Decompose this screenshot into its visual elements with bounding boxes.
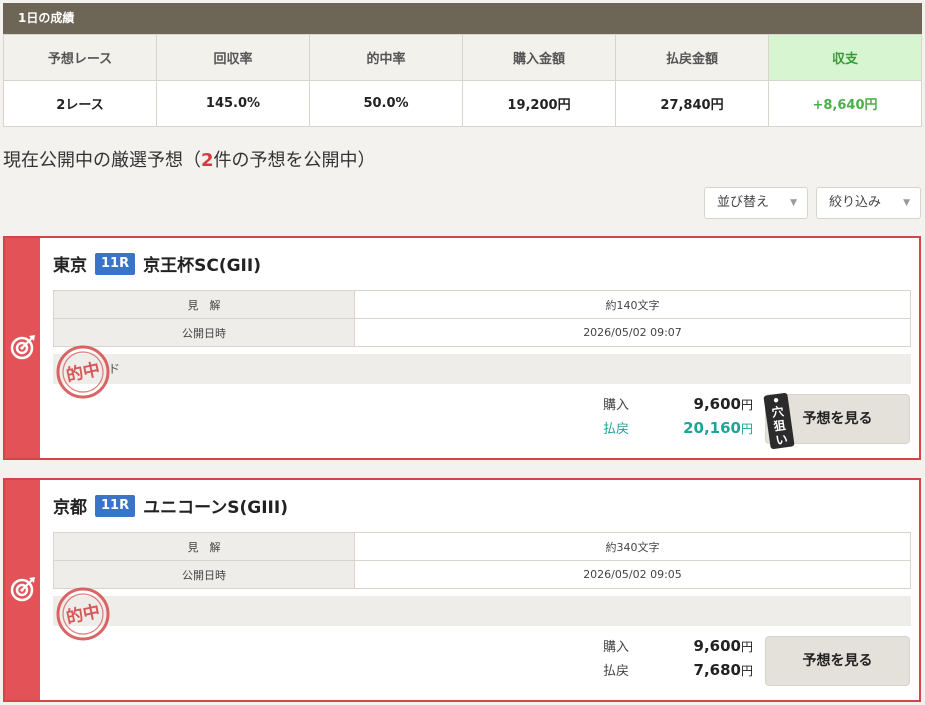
payout-amount: 20,160円 [683, 419, 753, 437]
purchase-label: 購入 [603, 640, 630, 655]
stamp-text: 的中 [64, 601, 102, 629]
card-info-table: 見 解 約340文字 公開日時 2026/05/02 09:05 [53, 532, 911, 589]
hit-stamp-icon: 的中 [56, 587, 110, 641]
view-length: 約340文字 [354, 532, 911, 561]
sort-label: 並び替え [717, 195, 770, 210]
payout-row: 払戻 7,680円 [603, 660, 753, 684]
payout-row: 払戻 20,160円 [603, 418, 753, 442]
venue: 京都 [53, 498, 87, 518]
purchase-row: 購入 9,600円 [603, 636, 753, 660]
race-name: 京王杯SC(GII) [143, 256, 261, 276]
val-hit-rate: 50.0% [309, 80, 463, 127]
col-balance: 収支 [768, 34, 922, 81]
view-prediction-button[interactable]: 予想を見る [765, 636, 910, 686]
date-label: 公開日時 [53, 318, 355, 347]
venue: 東京 [53, 256, 87, 276]
yen-unit: 円 [740, 422, 753, 436]
excerpt [53, 596, 911, 626]
section-title-suffix: 件の予想を公開中） [213, 150, 376, 171]
stamp-text: 的中 [64, 359, 102, 387]
payout-value: 7,680 [693, 661, 741, 679]
target-icon [10, 577, 35, 602]
hit-stamp-icon: 的中 [56, 345, 110, 399]
view-label: 見 解 [53, 532, 355, 561]
val-payout: 27,840円 [615, 80, 769, 127]
view-label: 見 解 [53, 290, 355, 319]
sort-dropdown[interactable]: 並び替え ▼ [704, 187, 808, 219]
payout-label: 払戻 [603, 422, 630, 437]
target-icon [10, 335, 35, 360]
yen-unit: 円 [740, 664, 753, 678]
svg-text:い: い [775, 432, 789, 448]
val-purchase: 19,200円 [462, 80, 616, 127]
daily-results-table: 予想レース 回収率 的中率 購入金額 払戻金額 収支 2レース 145.0% 5… [3, 34, 922, 127]
payout-label: 払戻 [603, 664, 630, 679]
caret-down-icon: ▼ [903, 198, 910, 208]
card-side-bar [5, 480, 40, 700]
purchase-label: 購入 [603, 398, 630, 413]
val-races: 2レース [3, 80, 157, 127]
card-prices: 購入 9,600円 払戻 7,680円 [603, 636, 753, 684]
caret-down-icon: ▼ [790, 198, 797, 208]
col-payout: 払戻金額 [615, 34, 769, 81]
excerpt: ド [53, 354, 911, 384]
payout-value: 20,160 [683, 419, 741, 437]
purchase-row: 購入 9,600円 [603, 394, 753, 418]
svg-text:穴: 穴 [771, 403, 785, 420]
section-count: 2 [201, 150, 214, 171]
publish-date: 2026/05/02 09:07 [354, 318, 911, 347]
race-number-badge: 11R [95, 252, 136, 275]
race-number-badge: 11R [95, 494, 136, 517]
longshot-tag-icon: 穴 狙 い [763, 392, 795, 450]
card-side-bar [5, 238, 40, 458]
section-title-prefix: 現在公開中の厳選予想（ [3, 150, 201, 171]
prediction-card[interactable]: 東京 11R 京王杯SC(GII) 見 解 約140文字 公開日時 2026/0… [3, 236, 921, 460]
val-return-rate: 145.0% [156, 80, 310, 127]
col-purchase: 購入金額 [462, 34, 616, 81]
val-balance: +8,640円 [768, 80, 922, 127]
prediction-card[interactable]: 京都 11R ユニコーンS(GIII) 見 解 約340文字 公開日時 2026… [3, 478, 921, 702]
race-name: ユニコーンS(GIII) [143, 498, 288, 518]
yen-unit: 円 [740, 640, 753, 654]
col-hit-rate: 的中率 [309, 34, 463, 81]
card-info-table: 見 解 約140文字 公開日時 2026/05/02 09:07 [53, 290, 911, 347]
yen-unit: 円 [740, 398, 753, 412]
purchase-amount: 9,600円 [694, 637, 753, 655]
card-prices: 購入 9,600円 払戻 20,160円 [603, 394, 753, 442]
payout-amount: 7,680円 [694, 661, 753, 679]
col-return-rate: 回収率 [156, 34, 310, 81]
col-races: 予想レース [3, 34, 157, 81]
card-heading: 京都 11R ユニコーンS(GIII) [53, 493, 288, 518]
daily-results: 1日の成績 予想レース 回収率 的中率 購入金額 払戻金額 収支 2レース 14… [3, 3, 922, 127]
purchase-value: 9,600 [693, 637, 741, 655]
filter-dropdown[interactable]: 絞り込み ▼ [816, 187, 921, 219]
daily-results-header: 1日の成績 [3, 3, 922, 34]
publish-date: 2026/05/02 09:05 [354, 560, 911, 589]
view-length: 約140文字 [354, 290, 911, 319]
card-heading: 東京 11R 京王杯SC(GII) [53, 251, 261, 276]
date-label: 公開日時 [53, 560, 355, 589]
purchase-amount: 9,600円 [694, 395, 753, 413]
purchase-value: 9,600 [693, 395, 741, 413]
filter-label: 絞り込み [829, 195, 882, 210]
section-title: 現在公開中の厳選予想（2件の予想を公開中） [3, 146, 376, 172]
